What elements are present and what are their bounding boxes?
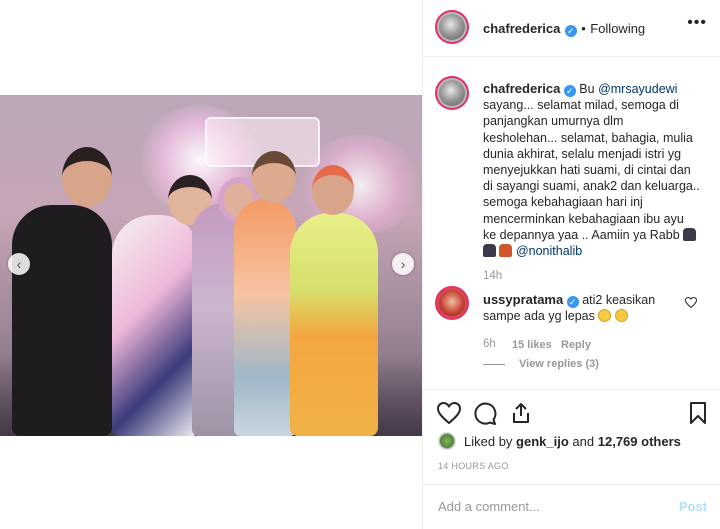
person-figure: [234, 199, 296, 436]
likes-count[interactable]: 12,769 others: [598, 434, 681, 449]
like-comment-icon[interactable]: [685, 297, 697, 308]
liker-username[interactable]: genk_ijo: [516, 434, 569, 449]
comment-line: sampe ada yg lepas: [483, 309, 595, 324]
bookmark-icon[interactable]: [689, 402, 707, 424]
caption-author-avatar[interactable]: [435, 76, 469, 110]
author-avatar[interactable]: [435, 10, 469, 44]
comments-section[interactable]: chafrederica ✓ Bu @mrsayudewi sayang... …: [423, 57, 720, 389]
comment-text: ussypratama ✓ ati2 keasikan sampe ada yg…: [483, 292, 693, 324]
comment-likes[interactable]: 15 likes: [512, 339, 552, 351]
add-comment-input[interactable]: Add a comment...: [438, 499, 540, 514]
more-options-icon[interactable]: •••: [687, 14, 707, 32]
liker-avatar[interactable]: [438, 432, 456, 450]
person-emoji-icon: [499, 244, 513, 258]
share-icon[interactable]: [510, 402, 532, 424]
comment-line: ati2 keasikan: [582, 293, 656, 307]
caption-text: chafrederica ✓ Bu @mrsayudewi sayang... …: [483, 81, 709, 259]
post-timestamp[interactable]: 14 HOURS AGO: [438, 461, 509, 471]
caption-line: kesholehan... selamat, bahagia, mulia: [483, 130, 693, 145]
post-details-panel: chafrederica ✓ • Following ••• chafreder…: [422, 0, 720, 529]
author-row: chafrederica ✓ • Following: [483, 20, 645, 38]
caption-line: menyejukkan hati suami, di cintai dan: [483, 163, 691, 178]
grimace-emoji-icon: [614, 309, 628, 323]
caption-line: panjangkan umurnya dlm: [483, 114, 624, 129]
like-heart-icon[interactable]: [437, 402, 461, 424]
verified-icon: ✓: [566, 296, 579, 308]
post-photo[interactable]: ‹ ›: [0, 95, 422, 436]
post-comment-button[interactable]: Post: [679, 499, 707, 514]
likes-and: and: [572, 434, 595, 449]
caption-prefix: Bu: [579, 82, 595, 96]
mention-link[interactable]: @nonithalib: [516, 244, 582, 258]
likes-summary[interactable]: Liked by genk_ijo and 12,769 others: [464, 434, 681, 449]
grimace-emoji-icon: [598, 309, 612, 323]
reply-button[interactable]: Reply: [561, 339, 591, 351]
person-figure: [12, 205, 112, 436]
comment-time[interactable]: 6h: [483, 338, 496, 350]
post-header: chafrederica ✓ • Following •••: [423, 0, 720, 57]
likes-prefix: Liked by: [464, 434, 513, 449]
person-figure: [112, 215, 200, 436]
following-button[interactable]: Following: [590, 21, 645, 36]
caption-line: dunia akhirat, selalu menjadi istri yg: [483, 146, 682, 161]
person-figure: [290, 213, 378, 436]
add-comment-bar: Add a comment... Post: [423, 484, 720, 529]
verified-icon: ✓: [563, 85, 576, 97]
mention-link[interactable]: @mrsayudewi: [598, 82, 677, 96]
verified-icon: ✓: [564, 25, 577, 37]
caption-line: ke depannya yaa .. Aamiin ya Rabb: [483, 227, 680, 242]
person-emoji-icon: [483, 244, 496, 258]
comment-bubble-icon[interactable]: [473, 402, 497, 426]
follow-separator: •: [581, 21, 586, 36]
post-actions: Liked by genk_ijo and 12,769 others 14 H…: [423, 389, 720, 484]
view-replies-button[interactable]: View replies (3): [519, 358, 599, 370]
person-head: [62, 147, 112, 207]
caption-line: semoga kebahagiaan hari inj: [483, 195, 643, 210]
caption-username[interactable]: chafrederica: [483, 81, 560, 96]
person-head: [312, 165, 354, 215]
author-username[interactable]: chafrederica: [483, 21, 560, 36]
previous-photo-button[interactable]: ‹: [8, 253, 30, 275]
caption-line: di sayangi suami, anak2 dan keluarga..: [483, 179, 700, 194]
caption-time[interactable]: 14h: [483, 270, 502, 282]
commenter-username[interactable]: ussypratama: [483, 292, 563, 307]
caption-line: mencerminkan kebahagiaan ibu ayu: [483, 211, 684, 226]
replies-divider: [483, 364, 505, 365]
next-photo-button[interactable]: ›: [392, 253, 414, 275]
person-head: [252, 151, 296, 203]
caption-line: sayang... selamat milad, semoga di: [483, 98, 679, 113]
person-emoji-icon: [683, 227, 697, 241]
commenter-avatar[interactable]: [435, 286, 469, 320]
